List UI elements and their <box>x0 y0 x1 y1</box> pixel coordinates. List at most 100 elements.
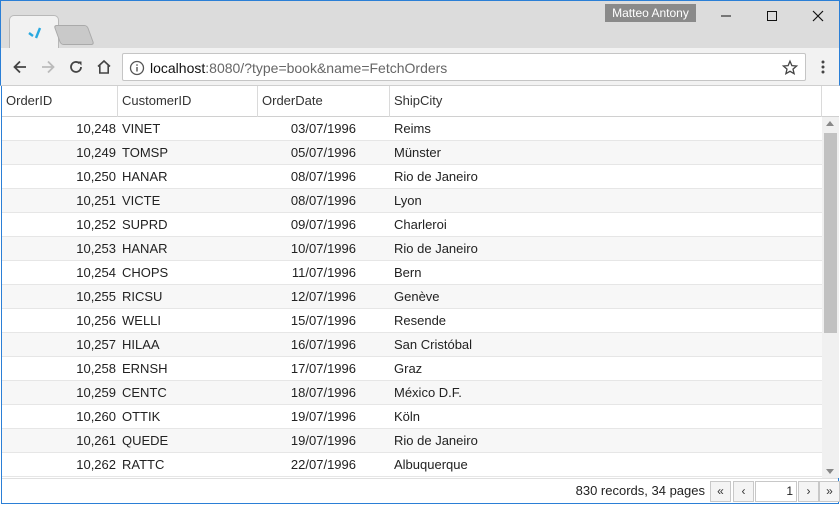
reload-button[interactable] <box>65 56 87 78</box>
cell-shipcity[interactable]: Albuquerque <box>394 453 694 477</box>
close-button[interactable] <box>795 3 840 29</box>
cell-orderdate[interactable]: 03/07/1996 <box>258 117 356 141</box>
cell-orderdate[interactable]: 10/07/1996 <box>258 237 356 261</box>
cell-customerid[interactable]: VICTE <box>122 189 252 213</box>
address-bar[interactable]: localhost:8080/?type=book&name=FetchOrde… <box>122 53 806 81</box>
column-header-shipcity[interactable]: ShipCity <box>390 86 822 117</box>
cell-orderid[interactable]: 10,257 <box>2 333 116 357</box>
cell-customerid[interactable]: CHOPS <box>122 261 252 285</box>
cell-orderdate[interactable]: 18/07/1996 <box>258 381 356 405</box>
maximize-button[interactable] <box>749 3 795 29</box>
last-page-button[interactable]: » <box>819 481 840 502</box>
forward-button[interactable] <box>37 56 59 78</box>
table-row[interactable]: 10,250 HANAR 08/07/1996 Rio de Janeiro <box>2 165 822 189</box>
cell-customerid[interactable]: QUEDE <box>122 429 252 453</box>
cell-orderid[interactable]: 10,254 <box>2 261 116 285</box>
cell-orderdate[interactable]: 12/07/1996 <box>258 285 356 309</box>
table-row[interactable]: 10,249 TOMSP 05/07/1996 Münster <box>2 141 822 165</box>
table-row[interactable]: 10,260 OTTIK 19/07/1996 Köln <box>2 405 822 429</box>
cell-orderdate[interactable]: 08/07/1996 <box>258 189 356 213</box>
cell-shipcity[interactable]: Köln <box>394 405 694 429</box>
cell-customerid[interactable]: HANAR <box>122 237 252 261</box>
cell-customerid[interactable]: WELLI <box>122 309 252 333</box>
cell-customerid[interactable]: CENTC <box>122 381 252 405</box>
cell-orderid[interactable]: 10,261 <box>2 429 116 453</box>
table-row[interactable]: 10,259 CENTC 18/07/1996 México D.F. <box>2 381 822 405</box>
table-row[interactable]: 10,253 HANAR 10/07/1996 Rio de Janeiro <box>2 237 822 261</box>
browser-menu-button[interactable] <box>813 57 833 77</box>
table-row[interactable]: 10,254 CHOPS 11/07/1996 Bern <box>2 261 822 285</box>
scroll-down-icon[interactable] <box>826 469 834 474</box>
table-row[interactable]: 10,262 RATTC 22/07/1996 Albuquerque <box>2 453 822 477</box>
cell-shipcity[interactable]: Lyon <box>394 189 694 213</box>
cell-shipcity[interactable]: Bern <box>394 261 694 285</box>
cell-orderdate[interactable]: 19/07/1996 <box>258 405 356 429</box>
browser-tab-active[interactable] <box>9 15 59 49</box>
prev-page-button[interactable]: ‹ <box>733 481 754 502</box>
cell-customerid[interactable]: OTTIK <box>122 405 252 429</box>
cell-orderdate[interactable]: 19/07/1996 <box>258 429 356 453</box>
cell-orderdate[interactable]: 16/07/1996 <box>258 333 356 357</box>
next-page-button[interactable]: › <box>798 481 819 502</box>
cell-orderid[interactable]: 10,248 <box>2 117 116 141</box>
cell-orderid[interactable]: 10,259 <box>2 381 116 405</box>
profile-badge[interactable]: Matteo Antony <box>605 4 696 22</box>
cell-orderid[interactable]: 10,260 <box>2 405 116 429</box>
cell-shipcity[interactable]: Rio de Janeiro <box>394 165 694 189</box>
scroll-thumb[interactable] <box>824 133 837 333</box>
cell-shipcity[interactable]: Genève <box>394 285 694 309</box>
cell-orderid[interactable]: 10,250 <box>2 165 116 189</box>
table-row[interactable]: 10,255 RICSU 12/07/1996 Genève <box>2 285 822 309</box>
home-button[interactable] <box>93 56 115 78</box>
first-page-button[interactable]: « <box>710 481 731 502</box>
vertical-scrollbar[interactable] <box>822 117 839 478</box>
cell-orderid[interactable]: 10,255 <box>2 285 116 309</box>
cell-customerid[interactable]: TOMSP <box>122 141 252 165</box>
cell-shipcity[interactable]: Münster <box>394 141 694 165</box>
cell-shipcity[interactable]: México D.F. <box>394 381 694 405</box>
cell-orderid[interactable]: 10,258 <box>2 357 116 381</box>
info-icon[interactable] <box>129 60 145 76</box>
column-header-orderid[interactable]: OrderID <box>2 86 118 117</box>
table-row[interactable]: 10,252 SUPRD 09/07/1996 Charleroi <box>2 213 822 237</box>
cell-orderid[interactable]: 10,249 <box>2 141 116 165</box>
star-icon[interactable] <box>781 59 799 77</box>
cell-shipcity[interactable]: Charleroi <box>394 213 694 237</box>
cell-orderid[interactable]: 10,253 <box>2 237 116 261</box>
cell-shipcity[interactable]: Rio de Janeiro <box>394 429 694 453</box>
cell-customerid[interactable]: HILAA <box>122 333 252 357</box>
cell-shipcity[interactable]: Rio de Janeiro <box>394 237 694 261</box>
cell-orderdate[interactable]: 15/07/1996 <box>258 309 356 333</box>
cell-customerid[interactable]: RICSU <box>122 285 252 309</box>
cell-shipcity[interactable]: Resende <box>394 309 694 333</box>
cell-customerid[interactable]: SUPRD <box>122 213 252 237</box>
url-text[interactable]: localhost:8080/?type=book&name=FetchOrde… <box>150 60 447 76</box>
cell-orderdate[interactable]: 22/07/1996 <box>258 453 356 477</box>
table-row[interactable]: 10,261 QUEDE 19/07/1996 Rio de Janeiro <box>2 429 822 453</box>
cell-customerid[interactable]: VINET <box>122 117 252 141</box>
cell-customerid[interactable]: RATTC <box>122 453 252 477</box>
table-row[interactable]: 10,256 WELLI 15/07/1996 Resende <box>2 309 822 333</box>
cell-shipcity[interactable]: Graz <box>394 357 694 381</box>
cell-customerid[interactable]: ERNSH <box>122 357 252 381</box>
page-number-input[interactable]: 1 <box>755 481 797 502</box>
cell-orderdate[interactable]: 11/07/1996 <box>258 261 356 285</box>
table-row[interactable]: 10,258 ERNSH 17/07/1996 Graz <box>2 357 822 381</box>
back-button[interactable] <box>9 56 31 78</box>
cell-orderdate[interactable]: 09/07/1996 <box>258 213 356 237</box>
table-row[interactable]: 10,257 HILAA 16/07/1996 San Cristóbal <box>2 333 822 357</box>
cell-orderdate[interactable]: 17/07/1996 <box>258 357 356 381</box>
minimize-button[interactable] <box>703 3 749 29</box>
cell-customerid[interactable]: HANAR <box>122 165 252 189</box>
cell-orderdate[interactable]: 08/07/1996 <box>258 165 356 189</box>
cell-orderid[interactable]: 10,251 <box>2 189 116 213</box>
table-row[interactable]: 10,248 VINET 03/07/1996 Reims <box>2 117 822 141</box>
cell-orderid[interactable]: 10,262 <box>2 453 116 477</box>
cell-orderid[interactable]: 10,252 <box>2 213 116 237</box>
cell-shipcity[interactable]: San Cristóbal <box>394 333 694 357</box>
scroll-up-icon[interactable] <box>826 121 834 126</box>
column-header-orderdate[interactable]: OrderDate <box>258 86 390 117</box>
column-header-customerid[interactable]: CustomerID <box>118 86 258 117</box>
cell-orderdate[interactable]: 05/07/1996 <box>258 141 356 165</box>
table-row[interactable]: 10,251 VICTE 08/07/1996 Lyon <box>2 189 822 213</box>
